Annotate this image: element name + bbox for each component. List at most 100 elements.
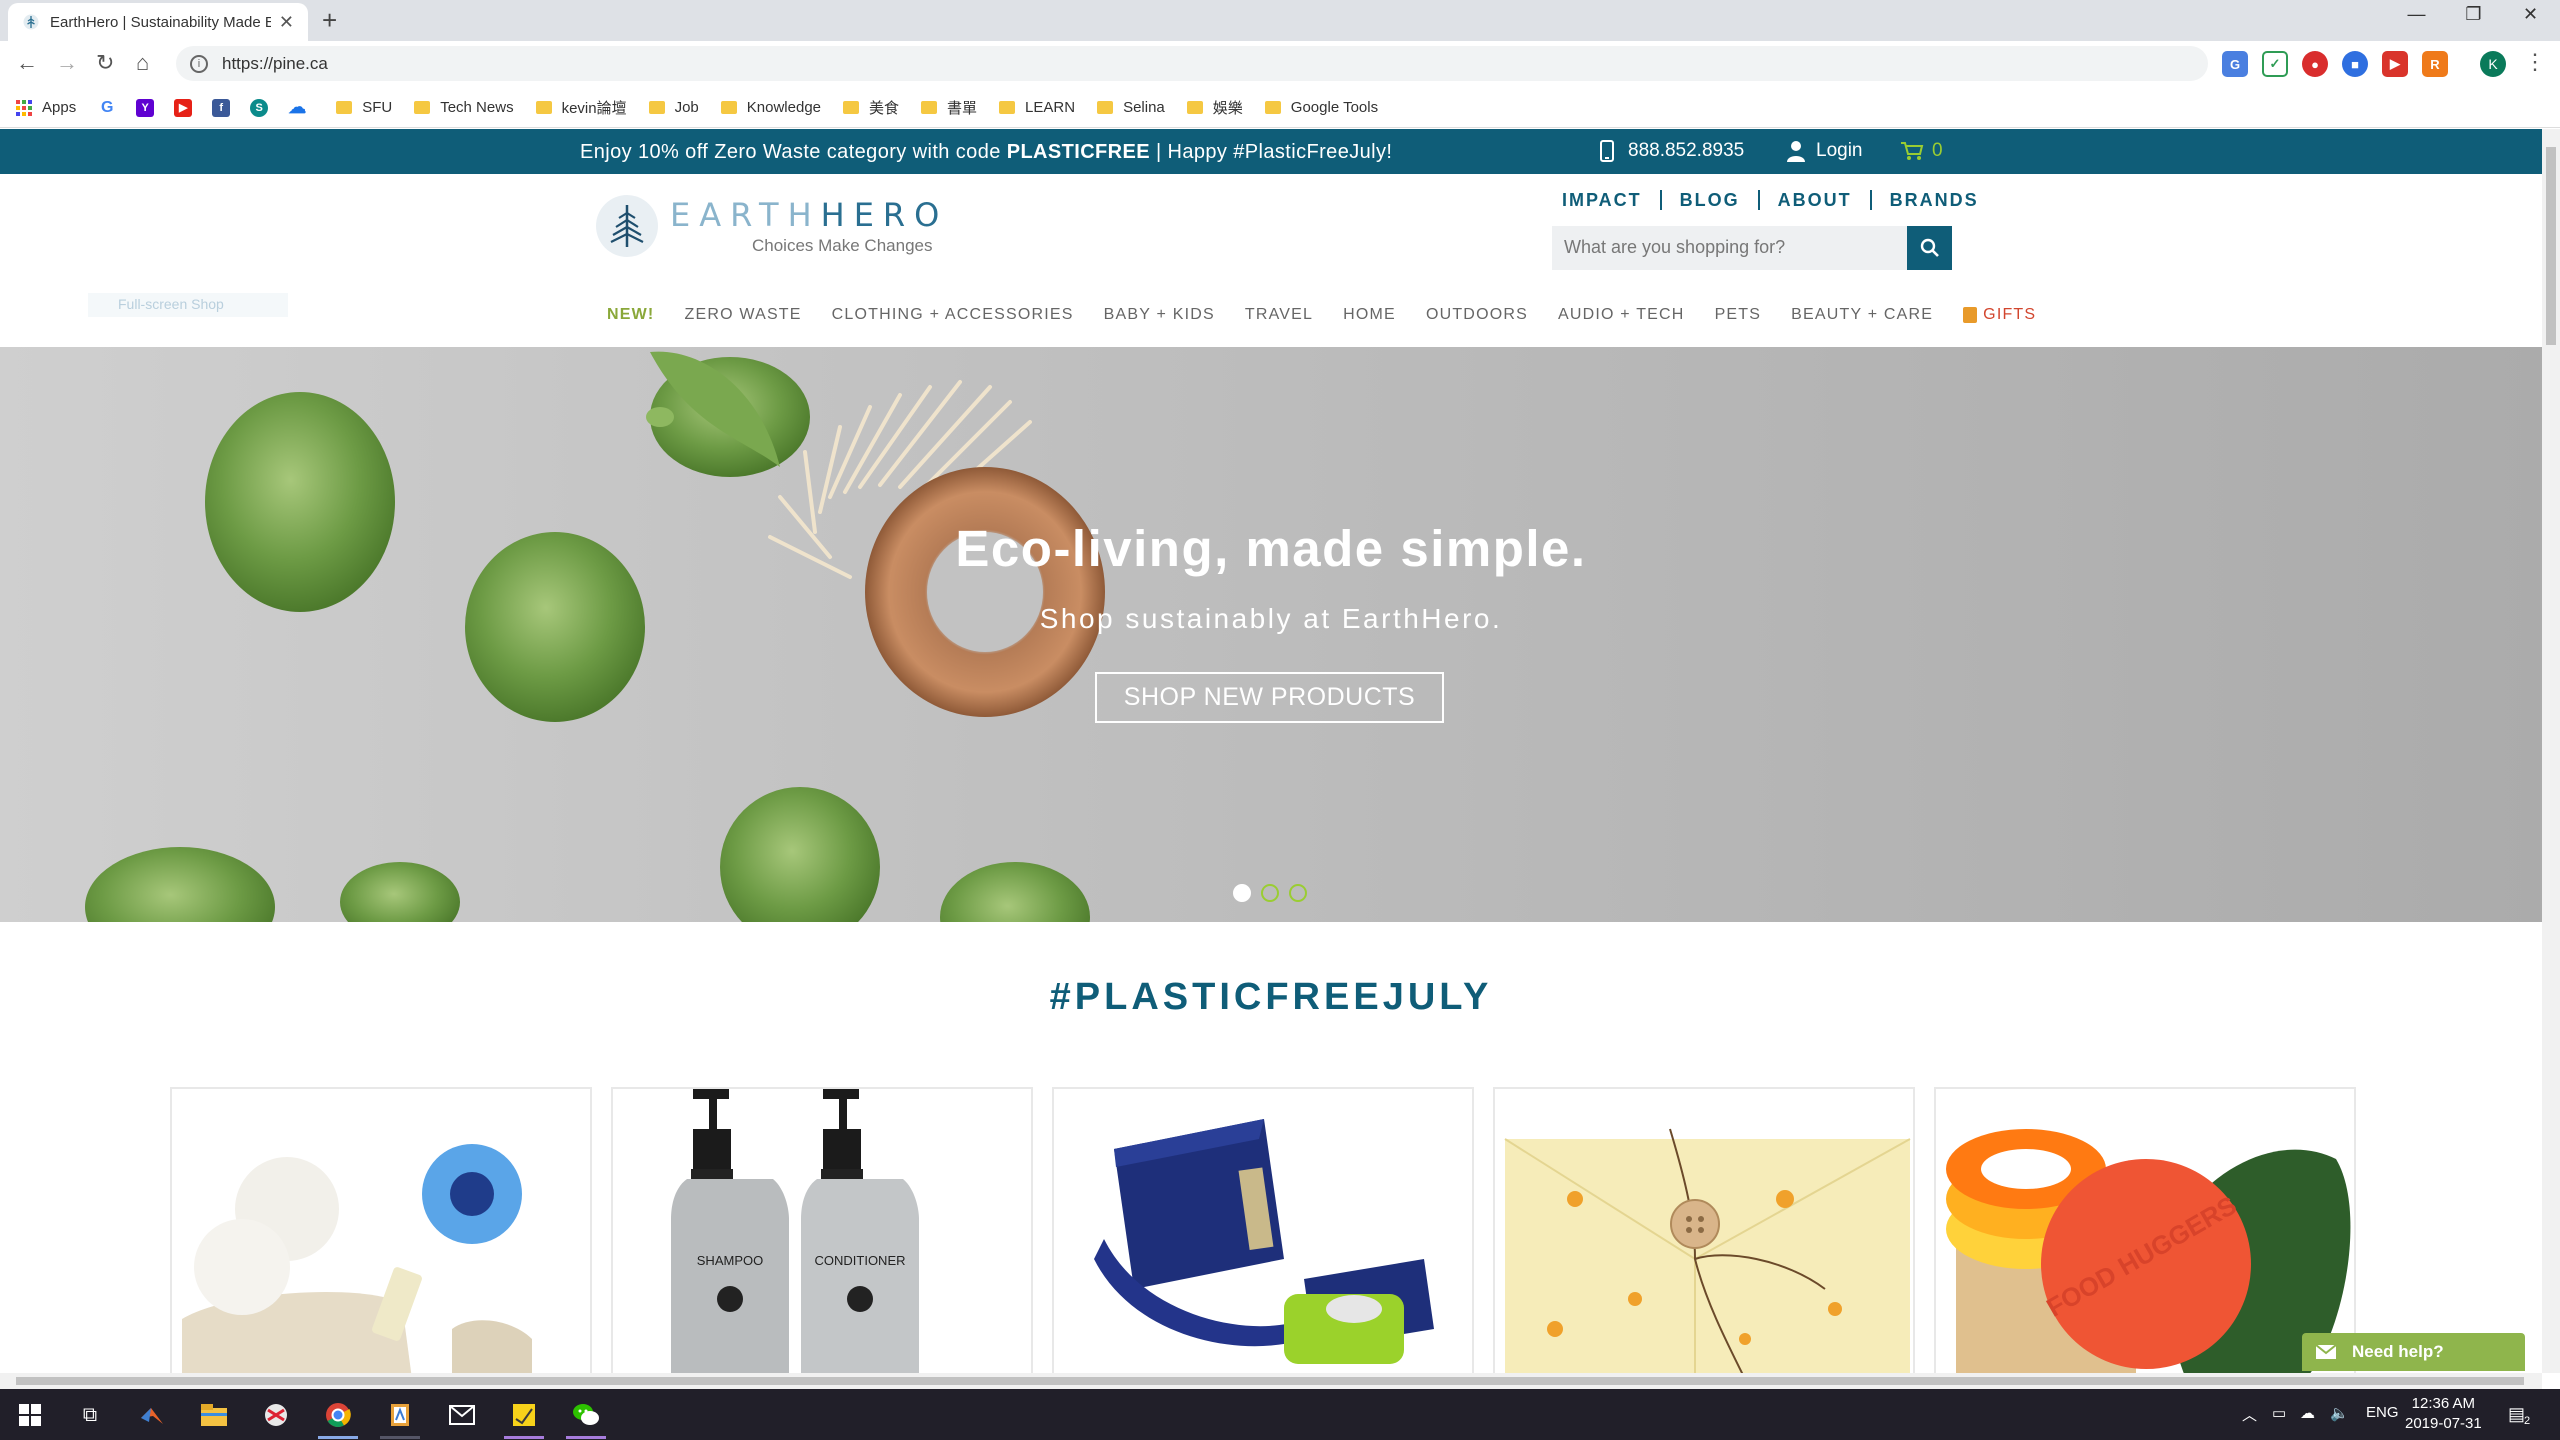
- nav-audio-tech[interactable]: AUDIO + TECH: [1558, 306, 1685, 324]
- scroll-thumb[interactable]: [16, 1377, 2524, 1385]
- folder-icon: [336, 101, 353, 114]
- cart-link[interactable]: 0: [1900, 140, 1943, 162]
- login-link[interactable]: Login: [1786, 140, 1863, 162]
- bookmark-skype[interactable]: S: [250, 98, 274, 117]
- product-card[interactable]: FOOD HUGGERS: [1934, 1087, 2356, 1377]
- restore-icon[interactable]: ❐: [2445, 4, 2502, 25]
- slider-dot[interactable]: [1261, 884, 1279, 902]
- translate-extension-icon[interactable]: G: [2222, 51, 2248, 77]
- earthhero-logo[interactable]: EARTHHERO Choices Make Changes: [596, 195, 948, 257]
- phone-number: 888.852.8935: [1628, 140, 1745, 161]
- bookmark-label: Apps: [42, 99, 77, 116]
- search-input[interactable]: What are you shopping for?: [1552, 226, 1952, 270]
- horizontal-scrollbar[interactable]: [0, 1373, 2542, 1389]
- file-explorer-icon[interactable]: [200, 1401, 228, 1429]
- bookmark-folder[interactable]: Knowledge: [720, 99, 821, 116]
- bookmark-folder[interactable]: 美食: [843, 97, 899, 118]
- nav-baby-kids[interactable]: BABY + KIDS: [1104, 306, 1215, 324]
- address-bar[interactable]: i https://pine.ca: [176, 46, 2208, 81]
- bookmark-youtube[interactable]: ▶: [174, 98, 198, 117]
- mail-icon[interactable]: [448, 1401, 476, 1429]
- bookmark-folder[interactable]: 書單: [921, 97, 977, 118]
- input-language[interactable]: ENG: [2366, 1404, 2399, 1421]
- product-card[interactable]: SHAMPOO CONDITIONER: [611, 1087, 1033, 1377]
- snipping-tool-icon[interactable]: [262, 1401, 290, 1429]
- reload-icon[interactable]: ↻: [96, 50, 114, 76]
- bookmark-apps[interactable]: Apps: [16, 99, 76, 116]
- blog-link[interactable]: BLOG: [1662, 190, 1760, 210]
- phone-link[interactable]: 888.852.8935: [1600, 140, 1744, 162]
- window-close-icon[interactable]: ✕: [2502, 4, 2559, 25]
- slider-dot[interactable]: [1289, 884, 1307, 902]
- slider-dot[interactable]: [1233, 884, 1251, 902]
- nav-new[interactable]: NEW!: [607, 306, 654, 324]
- bookmark-folder[interactable]: Job: [648, 99, 699, 116]
- matlab-app-icon[interactable]: [386, 1401, 414, 1429]
- tray-chevron-icon[interactable]: ︿: [2242, 1404, 2257, 1425]
- brands-link[interactable]: BRANDS: [1872, 190, 1997, 210]
- home-icon[interactable]: ⌂: [136, 50, 149, 76]
- bookmark-label: 書單: [947, 100, 978, 117]
- product-card[interactable]: [1493, 1087, 1915, 1377]
- bookmark-yahoo[interactable]: Y: [136, 98, 160, 117]
- task-view-icon[interactable]: ⧉: [76, 1401, 104, 1429]
- windows-start-icon[interactable]: [16, 1401, 44, 1429]
- blue-extension-icon[interactable]: ■: [2342, 51, 2368, 77]
- chrome-icon[interactable]: [324, 1401, 352, 1429]
- folder-icon: [648, 101, 665, 114]
- bookmark-folder[interactable]: kevin論壇: [535, 97, 627, 118]
- facebook-icon: f: [212, 98, 231, 117]
- browser-menu-icon[interactable]: ⋮: [2524, 49, 2546, 75]
- nav-home[interactable]: HOME: [1343, 306, 1396, 324]
- nav-travel[interactable]: TRAVEL: [1245, 306, 1313, 324]
- shop-new-products-button[interactable]: SHOP NEW PRODUCTS: [1095, 672, 1444, 723]
- product-card[interactable]: [1052, 1087, 1474, 1377]
- browser-tab[interactable]: EarthHero | Sustainability Made E ✕: [8, 3, 308, 41]
- site-info-icon[interactable]: i: [190, 54, 208, 73]
- nav-gifts-label: GIFTS: [1983, 306, 2037, 323]
- back-icon[interactable]: ←: [16, 50, 38, 76]
- bookmark-folder[interactable]: Google Tools: [1264, 99, 1378, 116]
- nav-beauty-care[interactable]: BEAUTY + CARE: [1791, 306, 1933, 324]
- video-extension-icon[interactable]: ▶: [2382, 51, 2408, 77]
- scroll-thumb[interactable]: [2546, 147, 2556, 345]
- bookmark-facebook[interactable]: f: [212, 98, 236, 117]
- nav-zero-waste[interactable]: ZERO WASTE: [684, 306, 801, 324]
- tab-close-icon[interactable]: ✕: [279, 12, 294, 33]
- product-card[interactable]: [170, 1087, 592, 1377]
- bookmark-folder[interactable]: Tech News: [414, 99, 514, 116]
- volume-icon[interactable]: 🔈: [2330, 1404, 2349, 1422]
- nav-gifts[interactable]: GIFTS: [1963, 306, 2036, 324]
- nav-clothing-accessories[interactable]: CLOTHING + ACCESSORIES: [832, 306, 1074, 324]
- checkmark-extension-icon[interactable]: ✓: [2262, 51, 2288, 77]
- sticky-notes-icon[interactable]: [510, 1401, 538, 1429]
- wechat-icon[interactable]: [572, 1401, 600, 1429]
- forward-icon[interactable]: →: [56, 50, 78, 76]
- action-center-icon[interactable]: ▤: [2508, 1404, 2525, 1425]
- url-text: https://pine.ca: [222, 53, 328, 73]
- vertical-scrollbar[interactable]: [2542, 129, 2560, 1373]
- matlab-icon[interactable]: [138, 1401, 166, 1429]
- rss-extension-icon[interactable]: R: [2422, 51, 2448, 77]
- need-help-widget[interactable]: Need help?: [2302, 1333, 2525, 1371]
- minimize-icon[interactable]: —: [2388, 4, 2445, 25]
- new-tab-icon[interactable]: +: [322, 5, 337, 36]
- skip-link[interactable]: Full-screen Shop: [88, 293, 288, 317]
- nav-outdoors[interactable]: OUTDOORS: [1426, 306, 1528, 324]
- search-button[interactable]: [1907, 226, 1952, 270]
- bookmark-folder[interactable]: LEARN: [999, 99, 1075, 116]
- impact-link[interactable]: IMPACT: [1552, 190, 1662, 210]
- bookmark-folder[interactable]: SFU: [336, 99, 392, 116]
- profile-avatar[interactable]: K: [2480, 51, 2506, 77]
- bookmark-folder[interactable]: Selina: [1097, 99, 1165, 116]
- adblock-extension-icon[interactable]: ●: [2302, 51, 2328, 77]
- system-clock[interactable]: 12:36 AM 2019-07-31: [2405, 1394, 2482, 1434]
- bookmark-onedrive[interactable]: ☁: [288, 97, 312, 117]
- bookmark-folder[interactable]: 娛樂: [1186, 97, 1243, 118]
- nav-pets[interactable]: PETS: [1715, 306, 1762, 324]
- about-link[interactable]: ABOUT: [1760, 190, 1872, 210]
- network-icon[interactable]: ▭: [2272, 1404, 2286, 1422]
- bookmark-google[interactable]: G: [98, 98, 122, 117]
- hero-banner: Eco-living, made simple. Shop sustainabl…: [0, 347, 2542, 922]
- onedrive-icon[interactable]: ☁: [2300, 1404, 2315, 1422]
